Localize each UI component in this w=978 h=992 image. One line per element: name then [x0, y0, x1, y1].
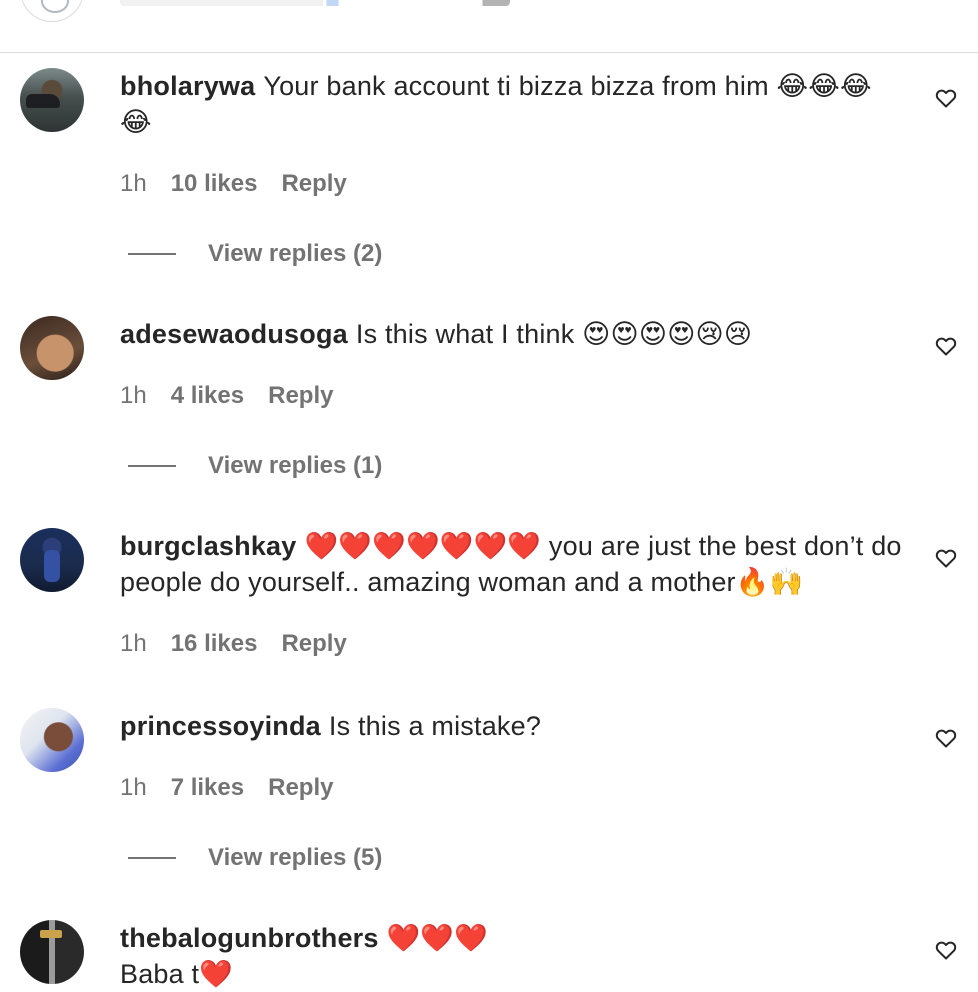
comment-time[interactable]: 1h [120, 170, 147, 198]
avatar[interactable] [20, 68, 84, 132]
comment-time[interactable]: 1h [120, 630, 147, 658]
comment-meta: 1h 10 likes Reply [120, 170, 347, 198]
replies-divider-line [128, 465, 176, 467]
comment-username[interactable]: adesewaodusoga [120, 319, 348, 349]
comment-meta: 1h 7 likes Reply [120, 774, 333, 802]
comment-username[interactable]: thebalogunbrothers [120, 923, 379, 953]
comment-likes[interactable]: 7 likes [171, 774, 244, 802]
comment-meta: 1h 16 likes Reply [120, 630, 347, 658]
avatar[interactable] [20, 528, 84, 592]
comment-text-continued: people do yourself.. amazing woman and a… [120, 567, 804, 597]
heart-icon[interactable] [934, 726, 958, 750]
reply-button[interactable]: Reply [281, 170, 346, 198]
heart-icon[interactable] [934, 86, 958, 110]
reply-button[interactable]: Reply [268, 774, 333, 802]
comment-text: Is this what I think 😍😍😍😍😢😢 [355, 319, 753, 349]
heart-icon[interactable] [934, 334, 958, 358]
view-replies-label: View replies (2) [208, 240, 383, 267]
view-replies-label: View replies (1) [208, 452, 383, 479]
comment-time[interactable]: 1h [120, 382, 147, 410]
view-replies-label: View replies (5) [208, 844, 383, 871]
comment-text-continued: Baba t❤️ [120, 959, 234, 989]
comment-likes[interactable]: 10 likes [171, 170, 258, 198]
view-replies-button[interactable]: View replies (1) [128, 452, 382, 480]
comment-body: bholarywa Your bank account ti bizza bizz… [120, 68, 910, 140]
comment-time[interactable]: 1h [120, 774, 147, 802]
comment-body: thebalogunbrothers ❤️❤️❤️ Baba t❤️ [120, 920, 910, 992]
comment-username[interactable]: burgclashkay [120, 531, 296, 561]
comment-body: adesewaodusoga Is this what I think 😍😍😍😍😢… [120, 316, 910, 352]
view-replies-button[interactable]: View replies (5) [128, 844, 382, 872]
comment-text: Is this a mistake? [328, 711, 542, 741]
comment-likes[interactable]: 4 likes [171, 382, 244, 410]
avatar[interactable] [20, 316, 84, 380]
replies-divider-line [128, 857, 176, 859]
comment-body: burgclashkay ❤️❤️❤️❤️❤️❤️❤️ you are just … [120, 528, 910, 600]
comment-text: ❤️❤️❤️ [386, 923, 489, 953]
comment-body: princessoyinda Is this a mistake? [120, 708, 910, 744]
avatar[interactable] [20, 708, 84, 772]
comment-text-continued: 😂 [120, 107, 152, 137]
comment-text: ❤️❤️❤️❤️❤️❤️❤️ you are just the best don… [304, 531, 902, 561]
avatar[interactable] [20, 0, 84, 22]
view-replies-button[interactable]: View replies (2) [128, 240, 382, 268]
comment-meta: 1h 4 likes Reply [120, 382, 333, 410]
previous-comment-partial [0, 0, 978, 53]
replies-divider-line [128, 253, 176, 255]
previous-comment-text-cutoff [120, 0, 510, 6]
comment-username[interactable]: bholarywa [120, 71, 255, 101]
avatar[interactable] [20, 920, 84, 984]
comment-username[interactable]: princessoyinda [120, 711, 321, 741]
heart-icon[interactable] [934, 546, 958, 570]
heart-icon[interactable] [934, 938, 958, 962]
comment-text: Your bank account ti bizza bizza from hi… [263, 71, 872, 101]
reply-button[interactable]: Reply [281, 630, 346, 658]
reply-button[interactable]: Reply [268, 382, 333, 410]
comment-likes[interactable]: 16 likes [171, 630, 258, 658]
